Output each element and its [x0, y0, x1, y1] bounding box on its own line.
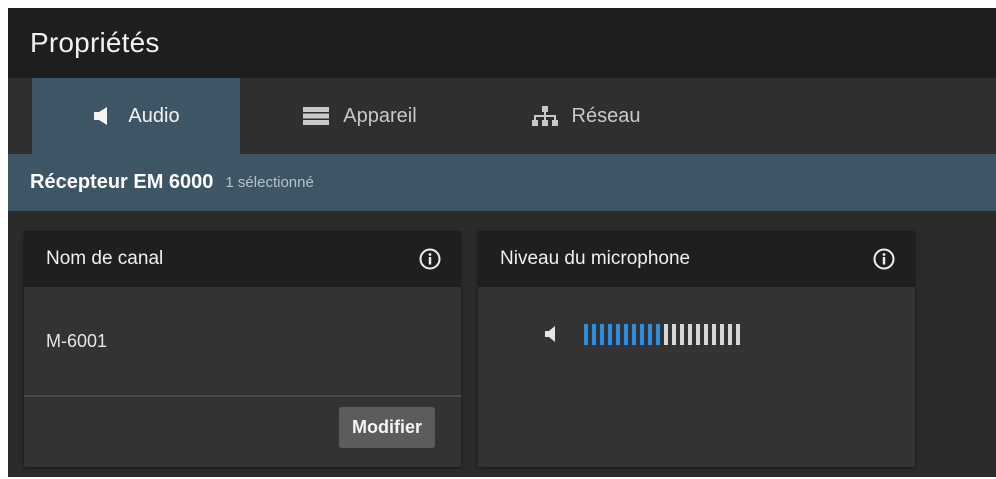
level-segment [736, 323, 740, 345]
tab-bar: Audio Appareil Réseau [8, 78, 996, 154]
tab-reseau-label: Réseau [571, 104, 641, 127]
speaker-icon [92, 106, 114, 126]
tab-audio-label: Audio [128, 104, 180, 127]
level-segment [720, 323, 724, 345]
info-icon[interactable] [873, 248, 895, 270]
level-segment [648, 323, 652, 345]
level-bars [584, 323, 744, 345]
device-name: Récepteur EM 6000 [30, 171, 214, 193]
tab-reseau[interactable]: Réseau [516, 78, 656, 154]
tab-appareil-label: Appareil [343, 104, 417, 127]
tab-appareil[interactable]: Appareil [280, 78, 440, 154]
selection-bar: Récepteur EM 6000 1 sélectionné [8, 154, 996, 211]
properties-window: Propriétés Audio Appareil Réseau Récepte… [8, 8, 996, 477]
tab-audio[interactable]: Audio [32, 78, 240, 154]
content-area: Nom de canal M-6001 Modifier Niveau du m… [8, 211, 996, 477]
title-bar: Propriétés [8, 8, 996, 78]
level-segment [664, 323, 668, 345]
level-segment [656, 323, 660, 345]
network-icon [531, 106, 558, 126]
window-title: Propriétés [30, 27, 160, 58]
selection-count: 1 sélectionné [225, 174, 314, 191]
card-divider [24, 395, 461, 397]
level-segment [728, 323, 732, 345]
mic-level-meter [544, 323, 744, 345]
level-segment [624, 323, 628, 345]
channel-name-title: Nom de canal [46, 248, 164, 269]
level-segment [688, 323, 692, 345]
level-segment [600, 323, 604, 345]
channel-name-card: Nom de canal M-6001 Modifier [24, 231, 461, 467]
level-segment [712, 323, 716, 345]
level-segment [672, 323, 676, 345]
level-segment [680, 323, 684, 345]
level-segment [616, 323, 620, 345]
info-icon[interactable] [419, 248, 441, 270]
channel-name-value: M-6001 [46, 331, 108, 351]
level-segment [584, 323, 588, 345]
mic-level-card: Niveau du microphone [478, 231, 915, 467]
level-segment [704, 323, 708, 345]
mic-level-title: Niveau du microphone [500, 248, 691, 269]
mic-level-card-header: Niveau du microphone [478, 231, 915, 287]
level-segment [608, 323, 612, 345]
speaker-icon [544, 325, 558, 343]
device-icon [303, 107, 330, 125]
level-segment [696, 323, 700, 345]
level-segment [632, 323, 636, 345]
level-segment [592, 323, 596, 345]
modify-button[interactable]: Modifier [339, 407, 435, 448]
level-segment [640, 323, 644, 345]
channel-name-card-header: Nom de canal [24, 231, 461, 287]
